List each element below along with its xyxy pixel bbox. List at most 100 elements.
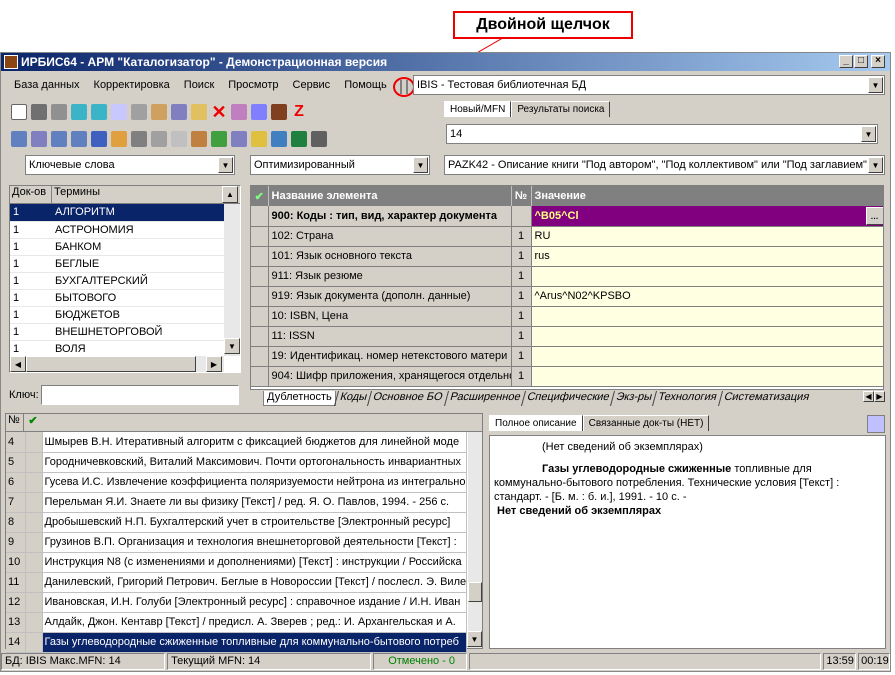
network-icon[interactable]	[91, 131, 107, 147]
dictionary-combo[interactable]: Ключевые слова ▼	[25, 155, 235, 175]
tab-editor-2[interactable]: Основное БО	[367, 391, 448, 406]
worksheet-combo[interactable]: PAZK42 - Описание книги "Под автором", "…	[444, 155, 885, 175]
tab-editor-3[interactable]: Расширенное	[443, 391, 525, 406]
edit-icon[interactable]	[191, 104, 207, 120]
chevron-down-icon[interactable]: ▼	[861, 126, 876, 142]
scroll-thumb[interactable]	[468, 582, 482, 602]
field-row[interactable]: 900: Коды : тип, вид, характер документа…	[251, 206, 883, 227]
chevron-down-icon[interactable]: ▼	[868, 77, 883, 93]
open-folder-icon[interactable]	[251, 131, 267, 147]
field-value[interactable]	[531, 346, 883, 367]
documents-vscroll[interactable]: ▼	[467, 432, 482, 648]
splitter-handle[interactable]	[400, 80, 408, 94]
field-value[interactable]	[531, 306, 883, 327]
document-row[interactable]: 5 Городничевковский, Виталий Максимович. …	[6, 452, 467, 473]
mail-icon[interactable]	[51, 131, 67, 147]
field-row[interactable]: 919: Язык документа (дополн. данные) 1 ^…	[251, 286, 883, 307]
menu-help[interactable]: Помощь	[337, 79, 394, 91]
delete-icon[interactable]: ✕	[211, 103, 227, 121]
document-check[interactable]	[25, 572, 43, 593]
mode-combo[interactable]: Оптимизированный ▼	[250, 155, 430, 175]
export-icon[interactable]	[231, 104, 247, 120]
documents-header-number[interactable]: №	[6, 414, 24, 431]
term-row[interactable]: 1 БЮДЖЕТОВ	[10, 306, 224, 324]
undo-icon[interactable]	[51, 104, 67, 120]
col-element-name[interactable]: Название элемента	[268, 186, 512, 206]
chevron-right-icon[interactable]: ▶	[874, 391, 885, 402]
maximize-button[interactable]: □	[854, 55, 868, 68]
irbis-icon[interactable]	[271, 104, 287, 120]
document-row[interactable]: 6 Гусева И.С. Извлечение коэффициента пол…	[6, 472, 467, 493]
term-row[interactable]: 1 АСТРОНОМИЯ	[10, 221, 224, 239]
document-row[interactable]: 9 Грузинов В.П. Организация и технология …	[6, 532, 467, 553]
term-row[interactable]: 1 БУХГАЛТЕРСКИЙ	[10, 272, 224, 290]
check-icon[interactable]: ✔	[24, 414, 42, 431]
scroll-down-icon[interactable]: ▼	[224, 338, 240, 354]
document-check[interactable]	[25, 452, 43, 473]
terms-header-count[interactable]: Док-ов	[10, 186, 52, 203]
field-row[interactable]: 102: Страна 1 RU	[251, 226, 883, 247]
check-all-icon[interactable]: ✔	[251, 186, 269, 206]
document-check[interactable]	[25, 492, 43, 513]
first-record-icon[interactable]	[71, 104, 87, 120]
menu-view[interactable]: Просмотр	[221, 79, 285, 91]
tree-icon[interactable]	[171, 104, 187, 120]
field-value[interactable]	[531, 266, 883, 287]
tab-editor-7[interactable]: Систематизация	[717, 391, 814, 406]
document-check[interactable]	[25, 632, 43, 653]
term-row[interactable]: 1 ВОЛЯ	[10, 340, 224, 358]
field-value[interactable]: ^Arus^N02^KPSBO	[531, 286, 883, 307]
comment-icon[interactable]	[11, 131, 27, 147]
document-row[interactable]: 13 Алдайк, Джон. Кентавр [Текст] / предис…	[6, 612, 467, 633]
col-number[interactable]: №	[511, 186, 532, 206]
scroll-left-icon[interactable]: ◀	[10, 356, 26, 372]
term-row[interactable]: 1 АЛГОРИТМ	[10, 204, 224, 222]
col-value[interactable]: Значение	[531, 186, 883, 206]
document-check[interactable]	[25, 592, 43, 613]
terms-hscroll[interactable]: ◀ ▶	[10, 356, 224, 372]
document-row[interactable]: 12 Ивановская, И.Н. Голуби [Электронный р…	[6, 592, 467, 613]
globe-icon[interactable]	[131, 131, 147, 147]
tab-editor-0[interactable]: Дублетность	[263, 391, 336, 406]
chevron-down-icon[interactable]: ▼	[413, 157, 428, 173]
chat-icon[interactable]	[71, 131, 87, 147]
document-row[interactable]: 10 Инструкция N8 (с изменениями и дополне…	[6, 552, 467, 573]
term-row[interactable]: 1 БАНКОМ	[10, 238, 224, 256]
document-row[interactable]: 4 Шмырев В.Н. Итеративный алгоритм с фикс…	[6, 432, 467, 453]
document-row[interactable]: 14 Газы углеводородные сжиженные топливны…	[6, 632, 467, 653]
forward-icon[interactable]	[211, 131, 227, 147]
tab-editor-6[interactable]: Технология	[652, 391, 722, 406]
folder-icon[interactable]	[151, 131, 167, 147]
document-row[interactable]: 8 Дробышевский Н.П. Бухгалтерский учет в …	[6, 512, 467, 533]
next-record-icon[interactable]	[91, 104, 107, 120]
menu-service[interactable]: Сервис	[286, 79, 338, 91]
menu-search[interactable]: Поиск	[177, 79, 221, 91]
docs-icon[interactable]	[191, 131, 207, 147]
field-row[interactable]: 10: ISBN, Цена 1	[251, 306, 883, 327]
field-value[interactable]: rus	[531, 246, 883, 267]
field-row[interactable]: 101: Язык основного текста 1 rus	[251, 246, 883, 267]
tab-editor-5[interactable]: Экз-ры	[609, 391, 657, 406]
database-combo[interactable]: IBIS - Тестовая библиотечная БД ▼	[413, 75, 885, 95]
settings-icon[interactable]	[311, 131, 327, 147]
document-check[interactable]	[25, 512, 43, 533]
tab-new-mfn[interactable]: Новый/MFN	[444, 101, 512, 117]
field-row[interactable]: 904: Шифр приложения, хранящегося отдель…	[251, 366, 883, 387]
new-record-icon[interactable]	[11, 104, 27, 120]
document-check[interactable]	[25, 472, 43, 493]
save-icon[interactable]	[31, 104, 47, 120]
pages-icon[interactable]	[231, 131, 247, 147]
scroll-down-icon[interactable]: ▼	[467, 631, 482, 647]
field-value[interactable]: RU	[531, 226, 883, 247]
pin-icon[interactable]: ▲	[222, 186, 238, 203]
attach-icon[interactable]	[171, 131, 187, 147]
chevron-down-icon[interactable]: ▼	[868, 157, 883, 173]
minimize-button[interactable]: _	[839, 55, 853, 68]
chevron-left-icon[interactable]: ◀	[863, 391, 874, 402]
print-icon[interactable]	[151, 104, 167, 120]
tab-editor-1[interactable]: Коды	[333, 391, 372, 406]
scroll-right-icon[interactable]: ▶	[206, 356, 222, 372]
print-preview-icon[interactable]	[867, 415, 885, 433]
message-icon[interactable]	[31, 131, 47, 147]
terms-vscroll[interactable]: ▼	[224, 204, 240, 356]
